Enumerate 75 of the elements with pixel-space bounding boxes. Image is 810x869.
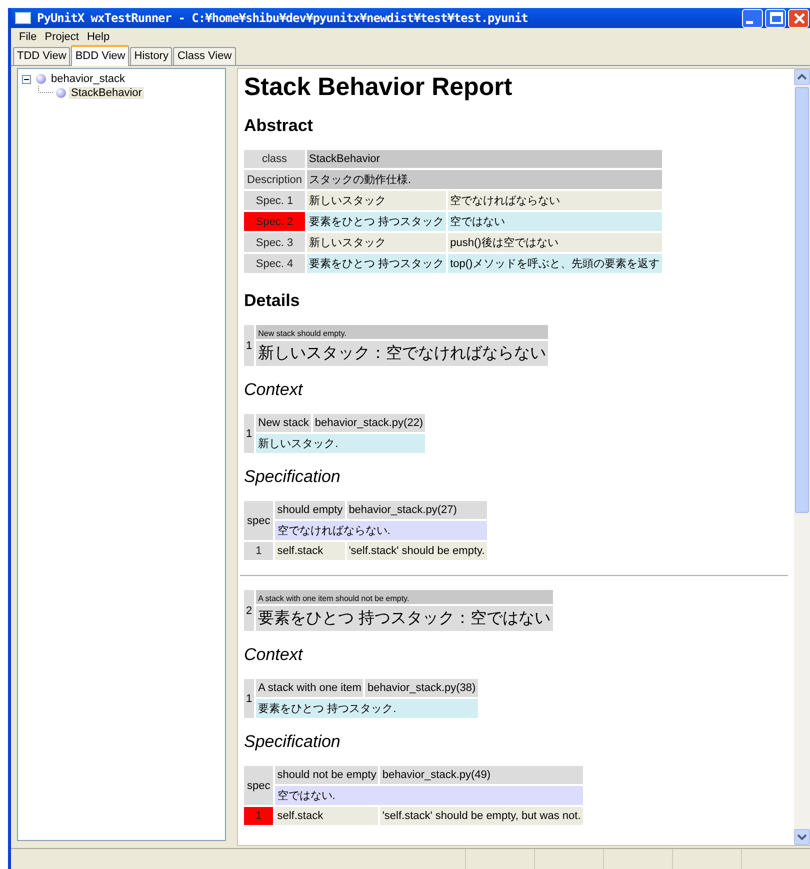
table-cell: 空ではない. (275, 786, 583, 805)
table-cell: 空ではない (448, 212, 662, 231)
table-cell: Description (244, 170, 306, 189)
close-button[interactable] (788, 8, 809, 28)
table-cell: 新しいスタック (307, 233, 446, 252)
table-cell: 要素をひとつ 持つスタック：空ではない (256, 606, 553, 631)
report-title: Stack Behavior Report (244, 73, 514, 102)
table-cell: 2 (244, 590, 254, 631)
table-cell: push()後は空ではない (448, 233, 662, 252)
table-cell: 要素をひとつ 持つスタック (307, 254, 446, 273)
tab[interactable]: BDD View (71, 45, 130, 66)
table-cell: 新しいスタック：空でなければならない (256, 341, 548, 366)
tab[interactable]: History (130, 47, 172, 65)
table-cell: StackBehavior (307, 150, 662, 168)
tree-item[interactable]: behavior_stack (49, 73, 127, 85)
scroll-thumb[interactable] (795, 87, 809, 513)
table-cell: behavior_stack.py(27) (346, 501, 487, 519)
table-cell: spec (244, 501, 274, 540)
table-cell: 'self.stack' should be empty, but was not. (380, 807, 583, 825)
table-cell: 空でなければならない (448, 191, 662, 210)
minimize-button[interactable] (742, 8, 763, 28)
table-cell: 1 (244, 325, 254, 366)
table-cell: behavior_stack.py(38) (365, 679, 478, 697)
tree-line (38, 86, 53, 92)
table-cell: spec (244, 766, 274, 805)
table-cell: behavior_stack.py(22) (312, 414, 426, 432)
table-cell: 'self.stack' should be empty. (346, 542, 487, 560)
section-heading: Specification (244, 467, 342, 487)
table-cell: 要素をひとつ 持つスタック. (256, 699, 478, 718)
scroll-up-button[interactable] (794, 69, 810, 85)
section-heading: Specification (244, 732, 342, 752)
table-cell: 1 (244, 542, 274, 560)
table-cell: New stack (256, 414, 311, 432)
circle-icon (56, 88, 66, 98)
table-cell: Spec. 3 (244, 233, 306, 252)
table-cell: New stack should empty. (256, 325, 548, 339)
table-cell: 1 (244, 414, 254, 453)
table-cell: behavior_stack.py(49) (380, 766, 583, 784)
window-icon (15, 12, 31, 24)
section-heading: Abstract (244, 116, 314, 136)
section-heading: Context (244, 645, 304, 665)
menu-item[interactable]: File (15, 30, 41, 42)
table-cell: should not be empty (275, 766, 378, 784)
collapse-icon[interactable] (22, 74, 31, 84)
caret-up-icon (797, 73, 807, 81)
table-cell: should empty (275, 501, 345, 519)
table-cell: 新しいスタック (307, 191, 446, 210)
window-title: PyUnitX wxTestRunner - C:¥home¥shibu¥dev¥pyunitx¥newdist¥test¥test.pyunit (37, 11, 529, 25)
tab[interactable]: TDD View (13, 47, 70, 65)
table-cell: A stack with one item (256, 679, 364, 697)
table-cell: A stack with one item should not be empty. (256, 590, 553, 604)
table-cell: 要素をひとつ 持つスタック (307, 212, 446, 231)
menu-item[interactable]: Project (40, 30, 83, 42)
minimize-icon (746, 20, 753, 24)
table-cell: top()メソッドを呼ぶと、先頭の要素を返す (448, 254, 662, 273)
scroll-down-button[interactable] (794, 829, 810, 845)
section-heading: Context (244, 380, 304, 400)
section-heading: Details (244, 291, 301, 311)
circle-icon (36, 74, 46, 84)
tree-item[interactable]: StackBehavior (69, 87, 144, 99)
menu-item[interactable]: Help (82, 30, 114, 42)
table-cell: self.stack (275, 542, 345, 560)
table-cell: 新しいスタック. (256, 434, 426, 453)
maximize-button[interactable] (765, 8, 786, 28)
table-cell: 1 (244, 679, 254, 718)
table-cell: Spec. 4 (244, 254, 306, 273)
table-cell: self.stack (275, 807, 378, 825)
table-cell: 1 (244, 807, 274, 825)
table-cell: Spec. 2 (244, 212, 306, 231)
table-cell: Spec. 1 (244, 191, 306, 210)
table-cell: スタックの動作仕様. (307, 170, 662, 189)
table-cell: 空でなければならない. (275, 521, 487, 540)
tab[interactable]: Class View (173, 47, 236, 65)
caret-down-icon (797, 833, 807, 841)
table-cell: class (244, 150, 306, 168)
